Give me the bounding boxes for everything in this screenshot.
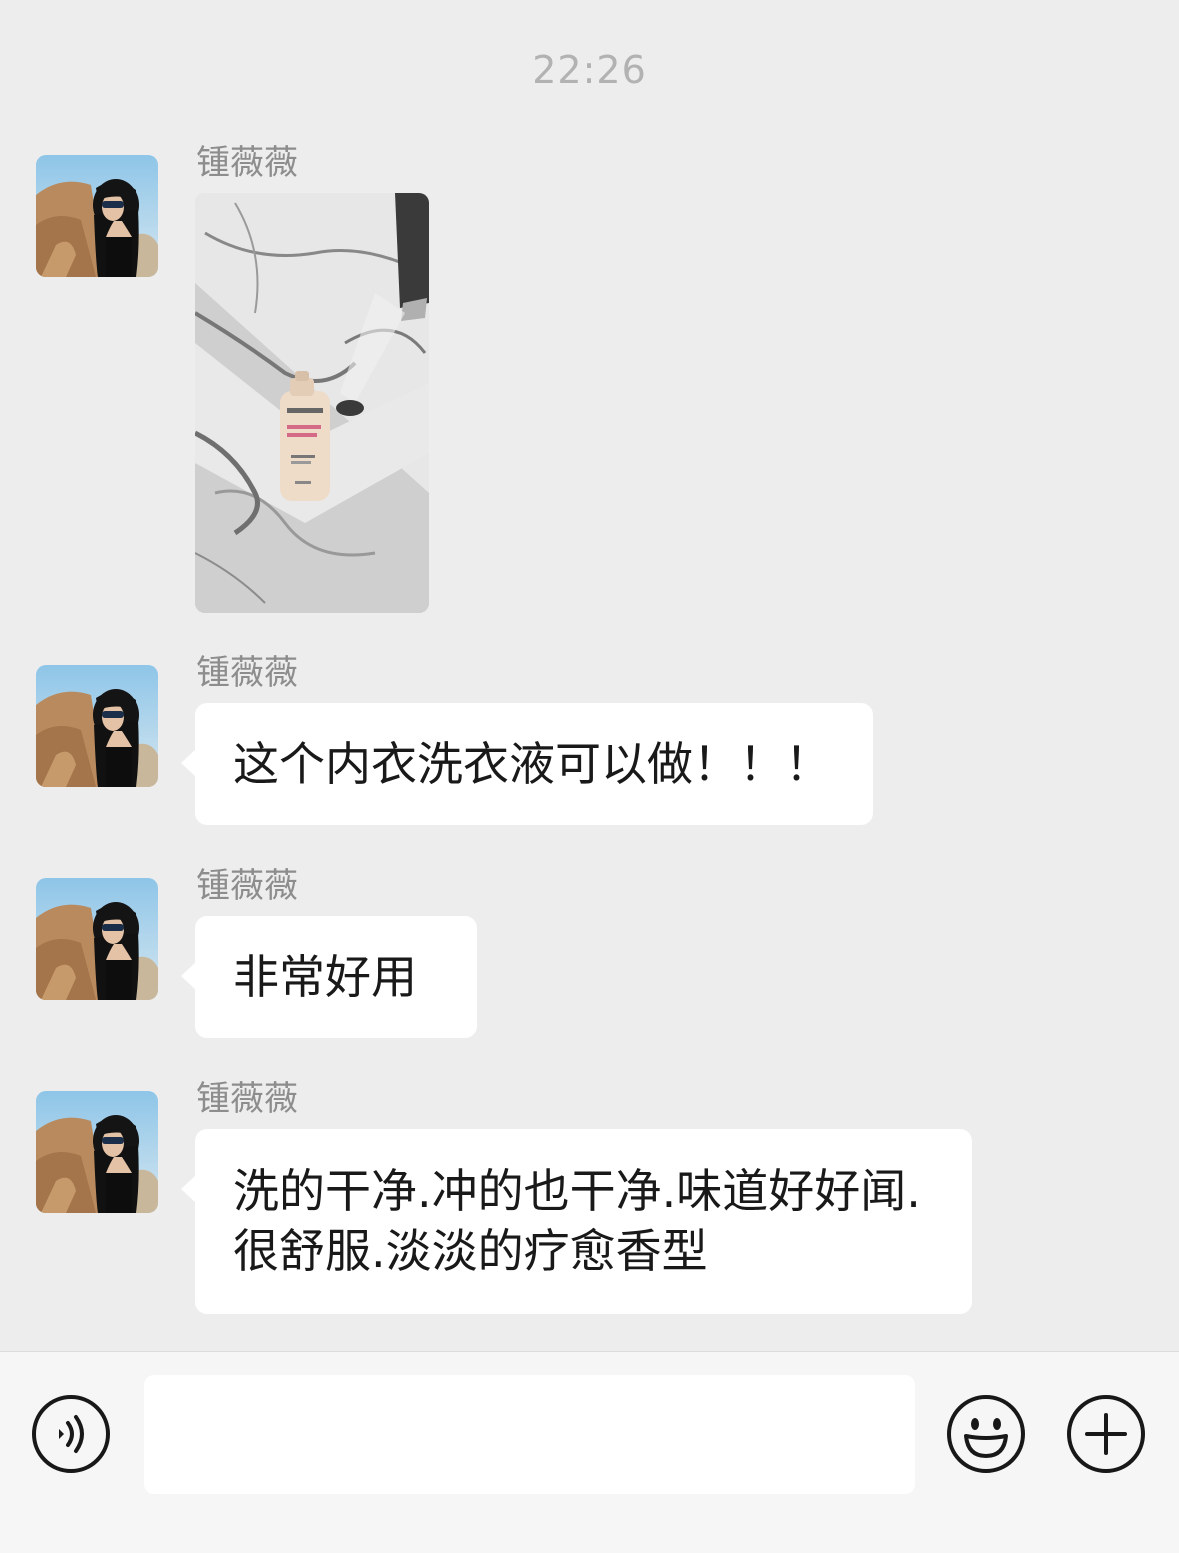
emoji-button[interactable] <box>946 1394 1026 1474</box>
plus-icon <box>1067 1395 1145 1473</box>
message-text: 这个内衣洗衣液可以做！！！ <box>233 737 831 791</box>
avatar[interactable] <box>36 155 158 277</box>
sender-name: 锺薇薇 <box>196 866 298 906</box>
message-text: 洗的干净.冲的也干净.味道好好闻.很舒服.淡淡的疗愈香型 <box>233 1164 921 1278</box>
chat-area[interactable]: 22:26 锺薇薇 锺薇薇 这个内衣洗衣液可以做！！！ 锺薇薇 非常好用 锺薇薇… <box>0 0 1179 1351</box>
image-message[interactable] <box>195 193 429 613</box>
sender-name: 锺薇薇 <box>196 143 298 183</box>
avatar[interactable] <box>36 1091 158 1213</box>
sender-name: 锺薇薇 <box>196 1079 298 1119</box>
message-bubble[interactable]: 洗的干净.冲的也干净.味道好好闻.很舒服.淡淡的疗愈香型 <box>181 1129 972 1314</box>
message-timestamp: 22:26 <box>532 48 647 92</box>
more-button[interactable] <box>1066 1394 1146 1474</box>
emoji-icon <box>947 1395 1025 1473</box>
input-bar <box>0 1352 1179 1553</box>
voice-button[interactable] <box>31 1394 111 1474</box>
sender-name: 锺薇薇 <box>196 653 298 693</box>
message-input[interactable] <box>144 1375 915 1494</box>
message-text: 非常好用 <box>233 950 417 1004</box>
message-bubble[interactable]: 这个内衣洗衣液可以做！！！ <box>181 703 873 825</box>
avatar[interactable] <box>36 878 158 1000</box>
avatar[interactable] <box>36 665 158 787</box>
voice-icon <box>32 1395 110 1473</box>
message-bubble[interactable]: 非常好用 <box>181 916 477 1038</box>
